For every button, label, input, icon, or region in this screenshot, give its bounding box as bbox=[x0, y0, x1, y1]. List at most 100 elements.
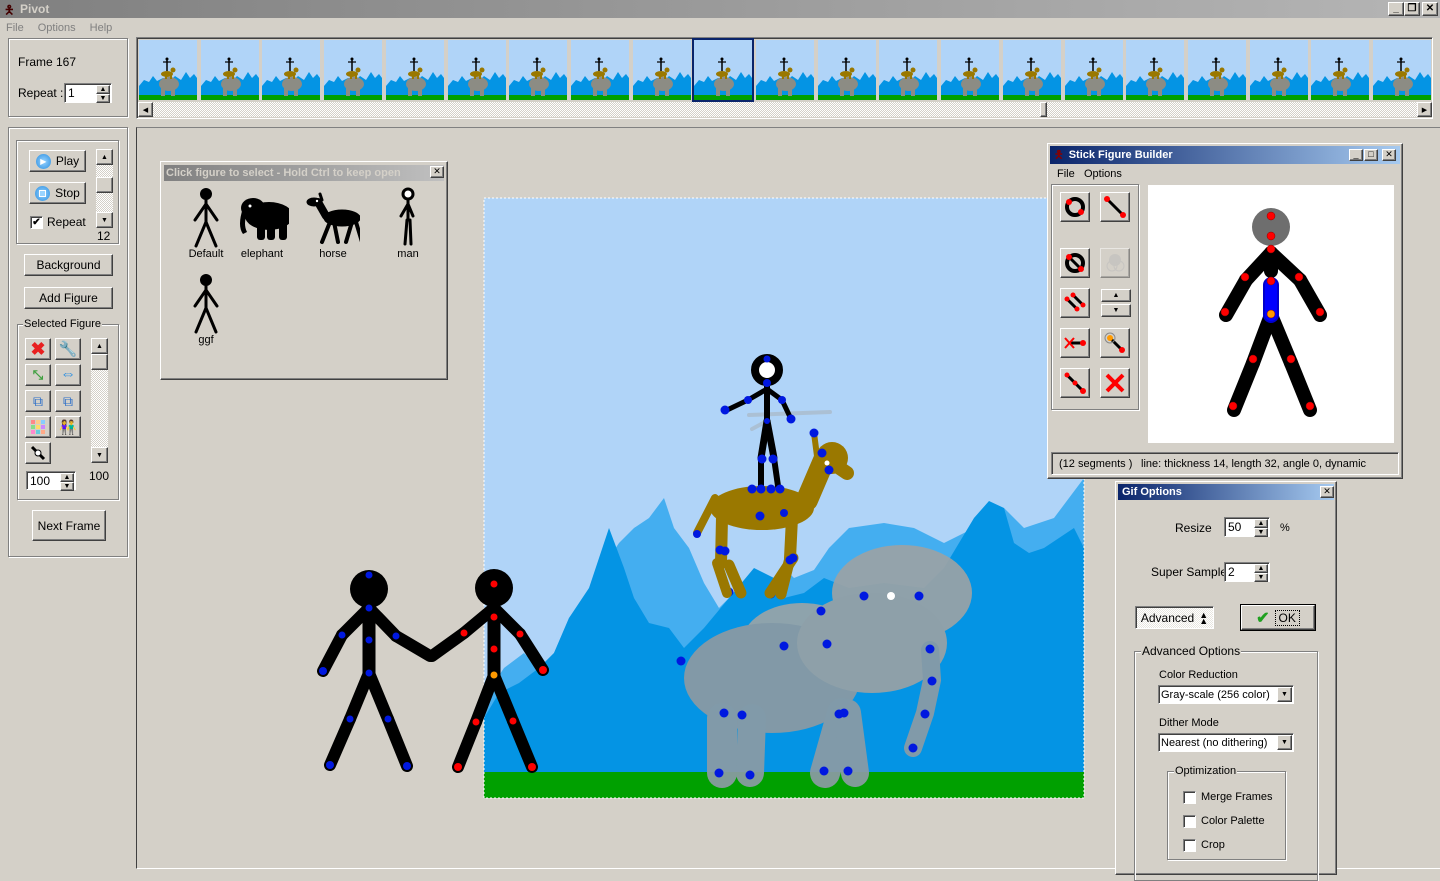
sfb-menu-options[interactable]: Options bbox=[1084, 168, 1122, 180]
timeline-frame[interactable] bbox=[756, 40, 814, 100]
flip-button[interactable]: ⤡ bbox=[25, 364, 51, 386]
figure-option-default[interactable]: Default bbox=[179, 186, 233, 260]
checkbox-crop[interactable] bbox=[1183, 839, 1196, 852]
color-reduction-select[interactable]: Gray-scale (256 color) ▼ bbox=[1158, 685, 1294, 704]
timeline-frame[interactable] bbox=[1064, 40, 1123, 100]
add-circle-button[interactable] bbox=[1060, 192, 1090, 222]
timeline-frame[interactable] bbox=[692, 38, 755, 102]
delete-figure-button[interactable]: ✖ bbox=[25, 338, 51, 360]
timeline-frame[interactable] bbox=[941, 40, 1000, 100]
scroll-right-icon[interactable]: ▶ bbox=[1417, 102, 1432, 117]
next-frame-button[interactable]: Next Frame bbox=[32, 510, 106, 541]
super-sample-up-icon[interactable]: ▲ bbox=[1254, 564, 1268, 573]
scroll-left-icon[interactable]: ◀ bbox=[138, 102, 153, 117]
checkbox-color-palette[interactable] bbox=[1183, 815, 1196, 828]
speed-up-icon[interactable]: ▲ bbox=[96, 149, 113, 165]
timeline-frame[interactable] bbox=[385, 40, 444, 100]
timeline-frame[interactable] bbox=[139, 40, 197, 100]
static-button[interactable] bbox=[1100, 248, 1130, 278]
background-button[interactable]: Background bbox=[24, 254, 113, 276]
spin-up-icon[interactable]: ▲ bbox=[96, 85, 110, 94]
figure-builder-preview[interactable] bbox=[1148, 185, 1394, 443]
scale-spinner[interactable]: 100 ▲ ▼ bbox=[26, 471, 76, 491]
menu-help[interactable]: Help bbox=[90, 22, 113, 34]
speed-down-icon[interactable]: ▼ bbox=[96, 212, 113, 228]
split-line-button[interactable] bbox=[1060, 368, 1090, 398]
figure-option-man[interactable]: man bbox=[381, 186, 435, 260]
timeline-frame[interactable] bbox=[632, 40, 691, 100]
speed-thumb[interactable] bbox=[96, 177, 113, 193]
send-back-button[interactable]: ⧉ bbox=[55, 390, 81, 412]
sfb-close[interactable]: ✕ bbox=[1382, 149, 1396, 161]
timeline-frame[interactable] bbox=[1187, 40, 1246, 100]
color-reduction-dropdown-icon[interactable]: ▼ bbox=[1277, 687, 1292, 702]
add-line-button[interactable] bbox=[1100, 192, 1130, 222]
line-tool-button[interactable] bbox=[25, 442, 51, 464]
resize-down-icon[interactable]: ▼ bbox=[1254, 528, 1268, 537]
timeline-scrollbar[interactable]: ◀ ▶ bbox=[138, 102, 1432, 117]
advanced-toggle-button[interactable]: Advanced ▲ ▲ bbox=[1135, 606, 1214, 629]
timeline-frame[interactable] bbox=[447, 40, 506, 100]
scale-scrollbar[interactable]: ▲ ▼ bbox=[91, 338, 108, 463]
resize-spinner[interactable]: 50 ▲ ▼ bbox=[1224, 517, 1270, 537]
delete-joint-button[interactable] bbox=[1060, 328, 1090, 358]
scale-scroll-down-icon[interactable]: ▼ bbox=[91, 447, 108, 463]
select-joint-button[interactable] bbox=[1100, 328, 1130, 358]
color-button[interactable] bbox=[25, 416, 51, 438]
scale-thumb[interactable] bbox=[91, 354, 108, 370]
timeline-frame[interactable] bbox=[262, 40, 321, 100]
repeat-spinner[interactable]: 1 ▲ ▼ bbox=[64, 83, 112, 103]
timeline-frame[interactable] bbox=[879, 40, 938, 100]
order-down-button[interactable]: ▼ bbox=[1101, 304, 1131, 317]
super-sample-spinner[interactable]: 2 ▲ ▼ bbox=[1224, 562, 1270, 582]
duplicate-button[interactable]: 👫 bbox=[55, 416, 81, 438]
timeline-frame[interactable] bbox=[324, 40, 383, 100]
scale-scroll-up-icon[interactable]: ▲ bbox=[91, 338, 108, 354]
duplicate-segment-button[interactable] bbox=[1060, 288, 1090, 318]
sfb-menu-file[interactable]: File bbox=[1057, 168, 1075, 180]
bring-front-button[interactable]: ⧉ bbox=[25, 390, 51, 412]
timeline-frame[interactable] bbox=[1249, 40, 1308, 100]
timeline-frame[interactable] bbox=[200, 40, 259, 100]
dither-mode-dropdown-icon[interactable]: ▼ bbox=[1277, 735, 1292, 750]
repeat-checkbox[interactable]: ✔ bbox=[30, 216, 43, 229]
menu-options[interactable]: Options bbox=[38, 22, 76, 34]
restore-button[interactable]: ❐ bbox=[1404, 2, 1420, 16]
super-sample-down-icon[interactable]: ▼ bbox=[1254, 573, 1268, 582]
figure-option-horse[interactable]: horse bbox=[306, 186, 360, 260]
stick-figure-blue[interactable] bbox=[317, 570, 436, 772]
timeline-frame[interactable] bbox=[1373, 40, 1431, 100]
speed-scrollbar[interactable]: ▲ ▼ bbox=[96, 149, 113, 228]
edit-figure-button[interactable]: 🔧 bbox=[55, 338, 81, 360]
sfb-minimize[interactable]: _ bbox=[1349, 149, 1363, 161]
order-up-button[interactable]: ▲ bbox=[1101, 289, 1131, 302]
ok-button[interactable]: ✔ OK bbox=[1240, 604, 1316, 631]
timeline-scroll-thumb[interactable] bbox=[1040, 102, 1047, 117]
timeline-frame[interactable] bbox=[1311, 40, 1370, 100]
menu-file[interactable]: File bbox=[6, 22, 24, 34]
dither-mode-select[interactable]: Nearest (no dithering) ▼ bbox=[1158, 733, 1294, 752]
mirror-button[interactable]: ⇔ bbox=[55, 364, 81, 386]
timeline-frame[interactable] bbox=[1002, 40, 1061, 100]
add-figure-button[interactable]: Add Figure bbox=[24, 287, 113, 309]
sfb-maximize[interactable]: □ bbox=[1364, 149, 1378, 161]
resize-up-icon[interactable]: ▲ bbox=[1254, 519, 1268, 528]
timeline-frame[interactable] bbox=[1126, 40, 1185, 100]
gif-options-close[interactable]: ✕ bbox=[1320, 486, 1334, 498]
figure-option-ggf[interactable]: ggf bbox=[179, 272, 233, 346]
scale-up-icon[interactable]: ▲ bbox=[60, 473, 74, 482]
figure-picker-close[interactable]: ✕ bbox=[430, 166, 444, 178]
timeline-frame[interactable] bbox=[817, 40, 876, 100]
play-button[interactable]: ▶ Play bbox=[29, 150, 86, 172]
close-button[interactable]: ✕ bbox=[1422, 2, 1438, 16]
timeline-frame[interactable] bbox=[509, 40, 568, 100]
minimize-button[interactable]: _ bbox=[1388, 2, 1404, 16]
scale-down-icon[interactable]: ▼ bbox=[60, 482, 74, 491]
checkbox-merge-frames[interactable] bbox=[1183, 791, 1196, 804]
stop-button[interactable]: Stop bbox=[29, 182, 86, 204]
add-filled-circle-button[interactable] bbox=[1060, 248, 1090, 278]
figure-option-elephant[interactable]: elephant bbox=[235, 186, 289, 260]
timeline-frame[interactable] bbox=[570, 40, 629, 100]
delete-segment-button[interactable] bbox=[1100, 368, 1130, 398]
spin-down-icon[interactable]: ▼ bbox=[96, 94, 110, 103]
